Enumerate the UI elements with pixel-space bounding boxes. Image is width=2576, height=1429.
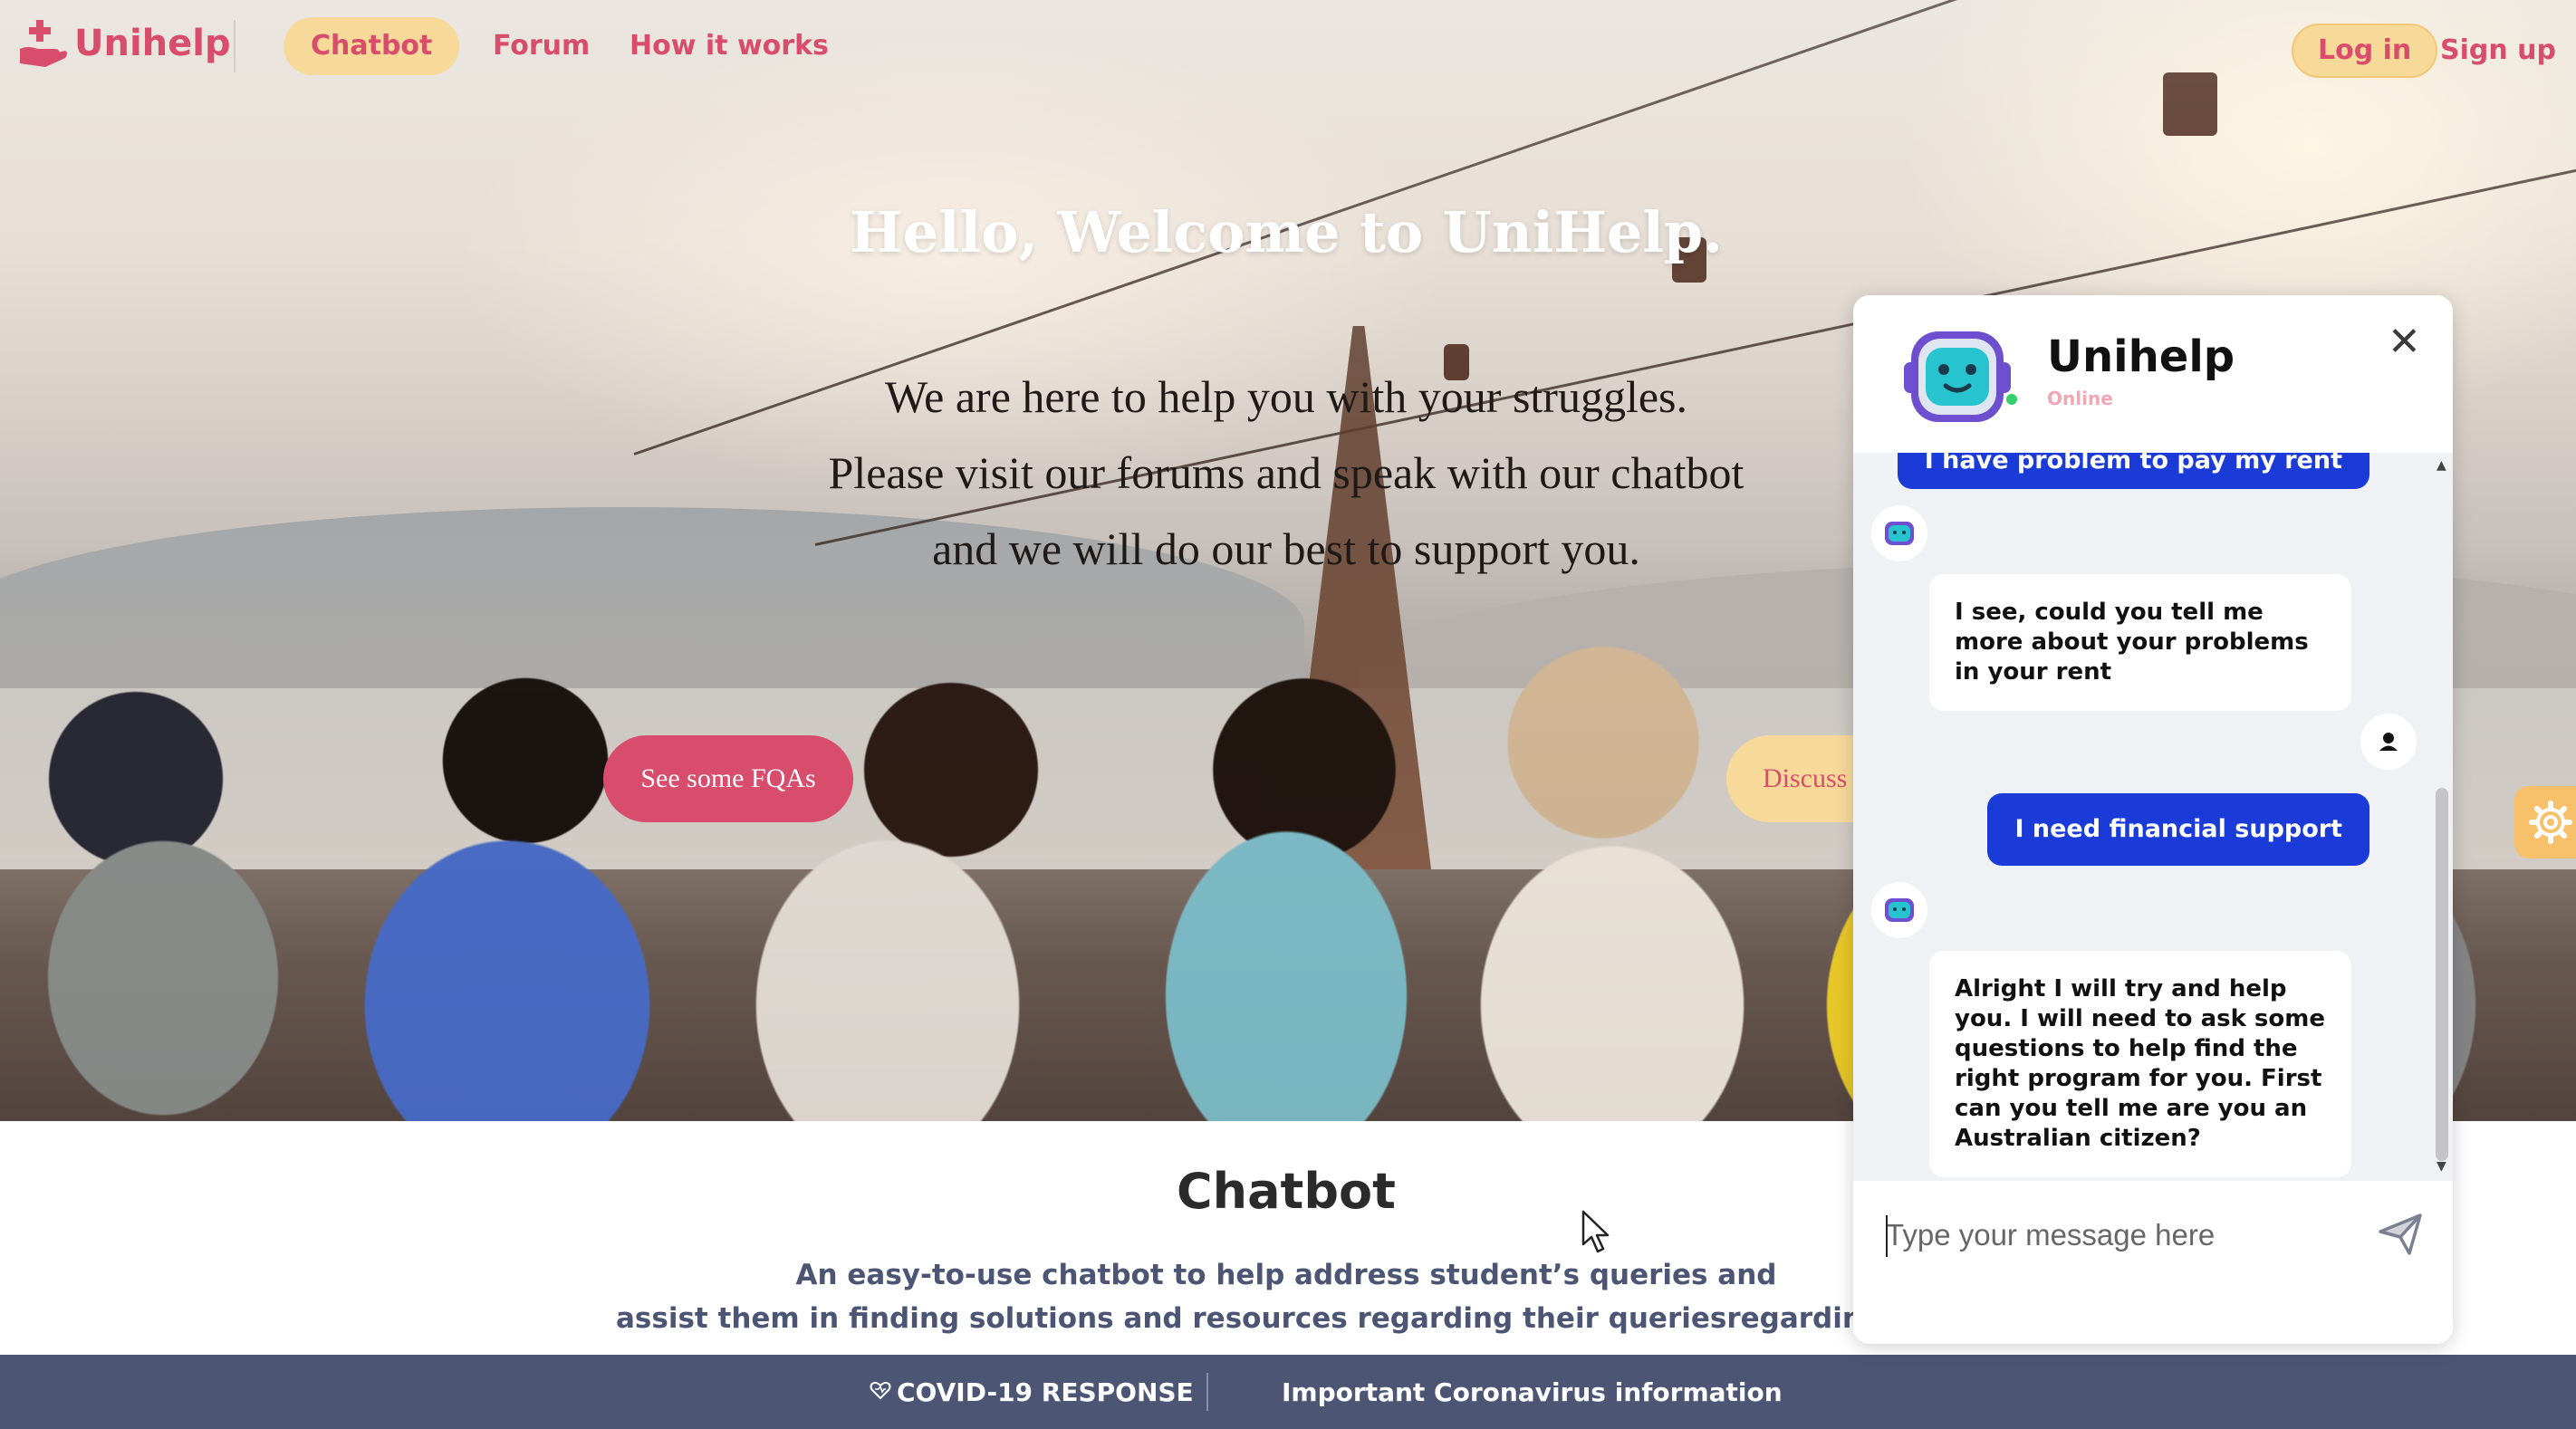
covid-banner: COVID-19 RESPONSE Important Coronavirus … [0,1355,2576,1429]
hero-line: Please visit our forums and speak with o… [828,447,1745,498]
footer-divider [1206,1373,1208,1411]
bot-message: I see, could you tell me more about your… [1929,574,2351,711]
user-message: I have problem to pay my rent [1897,453,2369,489]
section-desc-line: An easy-to-use chatbot to help address s… [795,1259,1777,1291]
covid-response-link[interactable]: COVID-19 RESPONSE [870,1375,1194,1411]
login-button[interactable]: Log in [2292,24,2438,78]
scroll-down-arrow[interactable]: ▼ [2437,1159,2446,1174]
section-desc-line: assist them in finding solutions and res… [616,1302,2043,1335]
section-description: An easy-to-use chatbot to help address s… [616,1253,2043,1340]
send-icon[interactable] [2375,1208,2426,1259]
robot-icon [1871,505,1927,561]
robot-icon [1871,882,1927,938]
heart-icon [870,1375,891,1411]
close-icon[interactable]: ✕ [2388,322,2421,362]
important-info-link[interactable]: Important Coronavirus information [1282,1375,1783,1411]
chat-input-area [1853,1181,2453,1344]
settings-tab[interactable] [2514,786,2576,858]
chat-status: Online [2047,388,2113,409]
robot-icon [1900,328,2014,427]
cursor-icon [1581,1210,1618,1255]
user-message: I need financial support [1987,793,2369,866]
nav-chatbot[interactable]: Chatbot [284,17,460,75]
nav-divider [234,20,235,72]
chat-widget: Unihelp Online ✕ I have problem to pay m… [1853,295,2453,1344]
gear-icon [2529,801,2572,848]
nav-forum[interactable]: Forum [493,24,590,69]
chat-scrollbar[interactable]: ▲ ▼ [2429,453,2453,1181]
logo[interactable]: Unihelp [18,18,231,69]
scroll-thumb[interactable] [2436,788,2448,1161]
message-input[interactable] [1886,1206,2366,1264]
scroll-up-arrow[interactable]: ▲ [2437,458,2446,473]
chat-messages: I have problem to pay my rent I see, cou… [1853,453,2453,1181]
logo-text: Unihelp [74,23,231,64]
hero-line: We are here to help you with your strugg… [884,371,1687,422]
text-caret [1886,1215,1888,1257]
signup-link[interactable]: Sign up [2440,27,2556,74]
hero-title: Hello, Welcome to UniHelp. [850,199,1723,265]
bot-message: Alright I will try and help you. I will … [1929,951,2351,1177]
hero-line: and we will do our best to support you. [932,523,1640,574]
user-icon [2360,714,2417,770]
section-title: Chatbot [1177,1163,1396,1220]
nav-how-it-works[interactable]: How it works [630,24,829,69]
chat-header: Unihelp Online ✕ [1853,295,2453,453]
see-faqs-button[interactable]: See some FQAs [603,735,853,822]
hero-description: We are here to help you with your strugg… [697,359,1875,587]
covid-response-text: COVID-19 RESPONSE [897,1377,1194,1407]
logo-hand-icon [18,18,69,69]
online-indicator [2004,391,2020,408]
chat-title: Unihelp [2047,331,2235,382]
top-navbar: Unihelp Chatbot Forum How it works Log i… [0,0,2576,95]
